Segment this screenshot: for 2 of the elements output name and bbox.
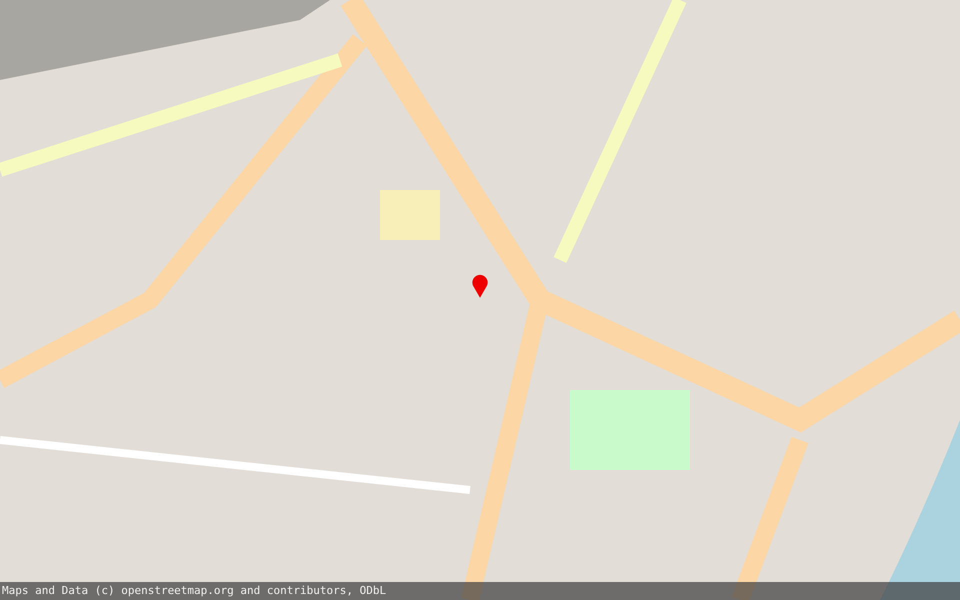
attribution-text: Maps and Data (c) openstreetmap.org and contributors, ODbL [0, 582, 960, 600]
map-pin-icon[interactable] [471, 273, 489, 299]
